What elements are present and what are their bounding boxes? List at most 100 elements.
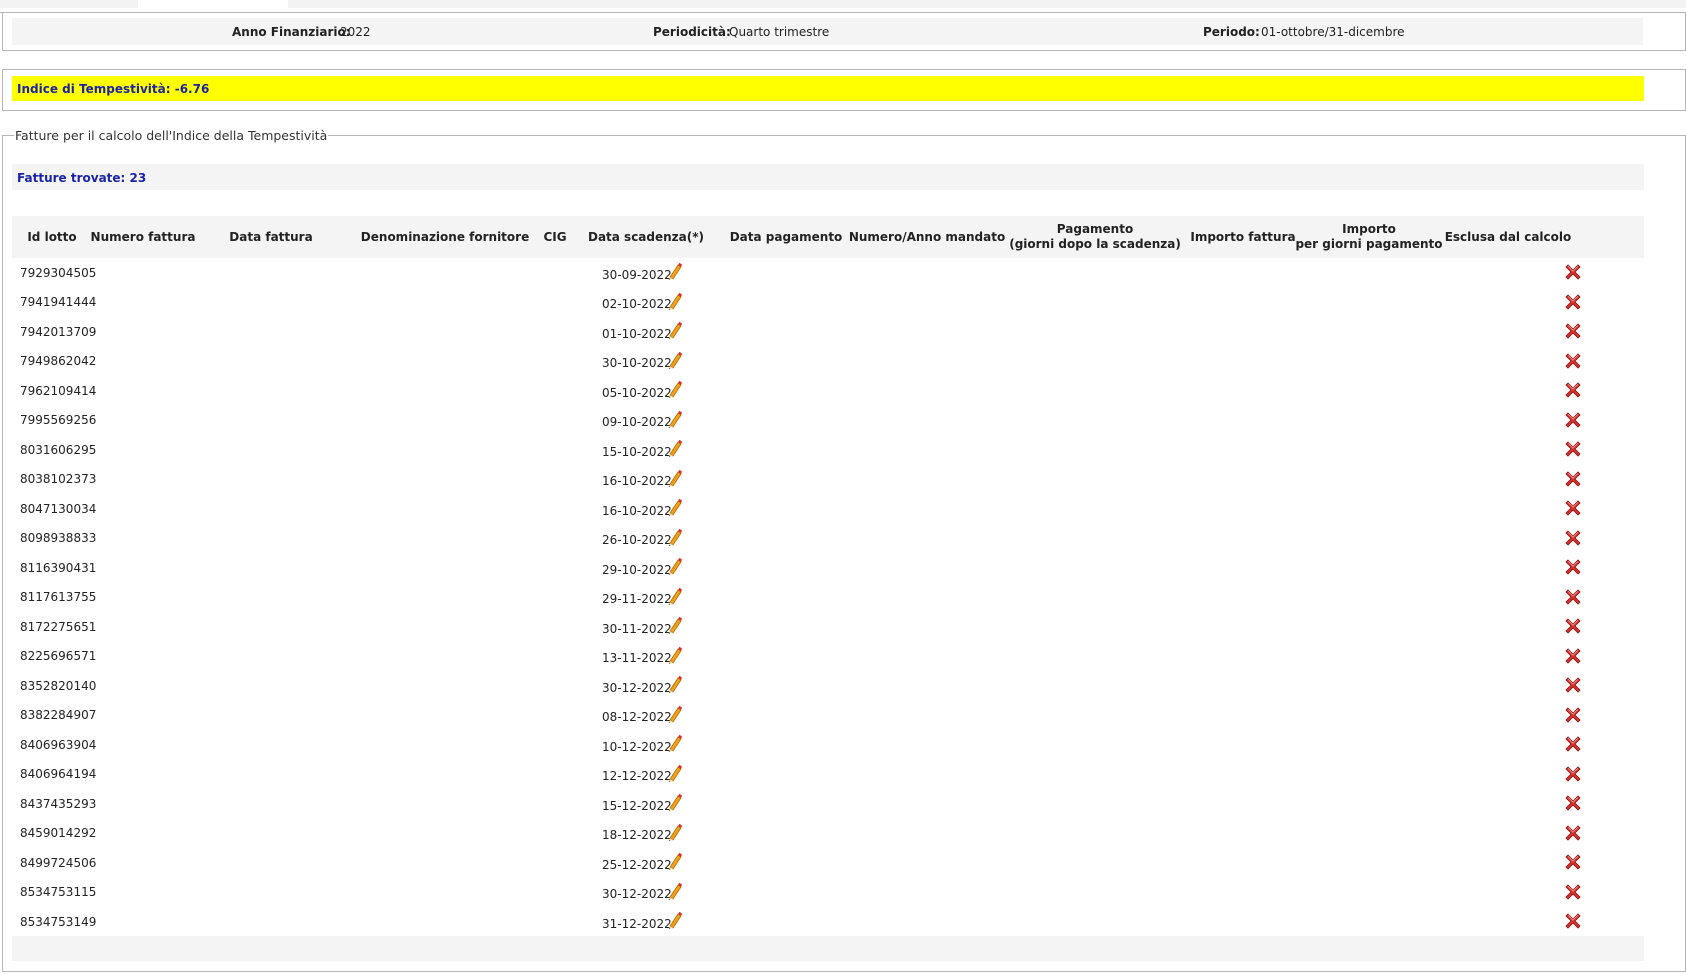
close-icon[interactable]: [1565, 323, 1581, 339]
close-icon[interactable]: [1565, 854, 1581, 870]
table-body: 7929304505 30-09-2022 7941941444 02-10-2…: [12, 258, 1644, 937]
close-icon[interactable]: [1565, 913, 1581, 929]
pencil-icon[interactable]: [666, 734, 682, 752]
close-icon[interactable]: [1565, 382, 1581, 398]
found-bar: Fatture trovate: 23: [12, 164, 1644, 190]
pencil-icon[interactable]: [666, 469, 682, 487]
data-scadenza-cell: 26-10-2022: [602, 533, 672, 548]
close-icon[interactable]: [1565, 883, 1581, 900]
data-scadenza-cell: 02-10-2022: [602, 297, 672, 312]
close-icon[interactable]: [1565, 647, 1581, 664]
table-row: 8534753149 31-12-2022: [12, 907, 1644, 937]
data-scadenza-cell: 12-12-2022: [602, 769, 672, 784]
col-data-fattura: Data fattura: [229, 229, 313, 244]
id-lotto-cell: 7929304505: [20, 265, 97, 280]
filters-bar: Anno Finanziario: 2022 Periodicità: Quar…: [12, 18, 1643, 45]
table-row: 7995569256 09-10-2022: [12, 406, 1644, 436]
close-icon[interactable]: [1565, 706, 1581, 723]
pencil-icon[interactable]: [666, 410, 682, 428]
pencil-icon[interactable]: [666, 675, 682, 693]
col-data-scadenza: Data scadenza(*): [587, 229, 705, 244]
data-scadenza-cell: 30-10-2022: [602, 356, 672, 371]
pencil-icon[interactable]: [666, 557, 682, 575]
col-pagamento-giorni: Pagamento (giorni dopo la scadenza): [1009, 216, 1181, 258]
table-row: 8038102373 16-10-2022: [12, 465, 1644, 495]
table-row: 7929304505 30-09-2022: [12, 258, 1644, 288]
close-icon[interactable]: [1565, 795, 1581, 811]
pencil-icon[interactable]: [666, 882, 682, 900]
active-tab[interactable]: [138, 0, 288, 8]
close-icon[interactable]: [1565, 618, 1581, 634]
pencil-icon[interactable]: [666, 852, 682, 870]
pencil-icon[interactable]: [666, 351, 682, 369]
close-icon[interactable]: [1565, 559, 1581, 575]
pencil-icon[interactable]: [666, 380, 682, 398]
data-scadenza-cell: 01-10-2022: [602, 326, 672, 341]
pencil-icon[interactable]: [666, 498, 682, 516]
data-scadenza-cell: 30-09-2022: [602, 267, 672, 282]
close-icon[interactable]: [1565, 765, 1581, 782]
close-icon[interactable]: [1565, 293, 1581, 310]
close-icon[interactable]: [1565, 824, 1581, 841]
pencil-icon[interactable]: [666, 616, 682, 634]
pencil-icon[interactable]: [666, 764, 682, 782]
col-pagamento-line1: Pagamento: [1056, 222, 1134, 236]
id-lotto-cell: 8534753149: [20, 914, 97, 929]
table-row: 8172275651 30-11-2022: [12, 612, 1644, 642]
id-lotto-cell: 8172275651: [20, 619, 97, 634]
anno-label: Anno Finanziario:: [232, 25, 351, 39]
pencil-icon[interactable]: [666, 646, 682, 664]
pencil-icon[interactable]: [666, 587, 682, 605]
table-header: Id lotto Numero fattura Data fattura Den…: [12, 216, 1644, 258]
id-lotto-cell: 7962109414: [20, 383, 97, 398]
close-icon[interactable]: [1565, 264, 1581, 280]
data-scadenza-cell: 30-12-2022: [602, 887, 672, 902]
id-lotto-cell: 8038102373: [20, 472, 97, 487]
id-lotto-cell: 8116390431: [20, 560, 97, 575]
id-lotto-cell: 8047130034: [20, 501, 97, 516]
table-row: 8047130034 16-10-2022: [12, 494, 1644, 524]
close-icon[interactable]: [1565, 500, 1581, 516]
table-row: 8437435293 15-12-2022: [12, 789, 1644, 819]
pencil-icon[interactable]: [666, 262, 682, 280]
col-denominazione-fornitore: Denominazione fornitore: [360, 229, 530, 244]
close-icon[interactable]: [1565, 441, 1581, 457]
pencil-icon[interactable]: [666, 292, 682, 310]
col-numero-fattura: Numero fattura: [90, 229, 196, 244]
data-scadenza-cell: 25-12-2022: [602, 857, 672, 872]
close-icon[interactable]: [1565, 352, 1581, 369]
close-icon[interactable]: [1565, 677, 1581, 693]
close-icon[interactable]: [1565, 736, 1581, 752]
id-lotto-cell: 8225696571: [20, 649, 97, 664]
table-row: 8098938833 26-10-2022: [12, 524, 1644, 554]
table-row: 8225696571 13-11-2022: [12, 642, 1644, 672]
data-scadenza-cell: 31-12-2022: [602, 916, 672, 931]
col-cig: CIG: [543, 229, 567, 244]
close-icon[interactable]: [1565, 588, 1581, 605]
data-scadenza-cell: 16-10-2022: [602, 503, 672, 518]
data-scadenza-cell: 30-12-2022: [602, 680, 672, 695]
id-lotto-cell: 7942013709: [20, 324, 97, 339]
invoices-legend: Fatture per il calcolo dell'Indice della…: [14, 128, 329, 143]
close-icon[interactable]: [1565, 529, 1581, 546]
pencil-icon[interactable]: [666, 528, 682, 546]
pencil-icon[interactable]: [666, 705, 682, 723]
data-scadenza-cell: 13-11-2022: [602, 651, 672, 666]
pencil-icon[interactable]: [666, 823, 682, 841]
pencil-icon[interactable]: [666, 439, 682, 457]
invoices-found-count: Fatture trovate: 23: [17, 171, 147, 185]
data-scadenza-cell: 29-11-2022: [602, 592, 672, 607]
close-icon[interactable]: [1565, 411, 1581, 428]
pencil-icon[interactable]: [666, 321, 682, 339]
data-scadenza-cell: 16-10-2022: [602, 474, 672, 489]
table-row: 8534753115 30-12-2022: [12, 878, 1644, 908]
tempestivita-index: Indice di Tempestività: -6.76: [17, 82, 210, 96]
col-importo-fattura: Importo fattura: [1190, 229, 1296, 244]
table-row: 7941941444 02-10-2022: [12, 288, 1644, 318]
pencil-icon[interactable]: [666, 793, 682, 811]
id-lotto-cell: 8382284907: [20, 708, 97, 723]
close-icon[interactable]: [1565, 470, 1581, 487]
table-row: 7962109414 05-10-2022: [12, 376, 1644, 406]
pencil-icon[interactable]: [666, 911, 682, 929]
id-lotto-cell: 8352820140: [20, 678, 97, 693]
